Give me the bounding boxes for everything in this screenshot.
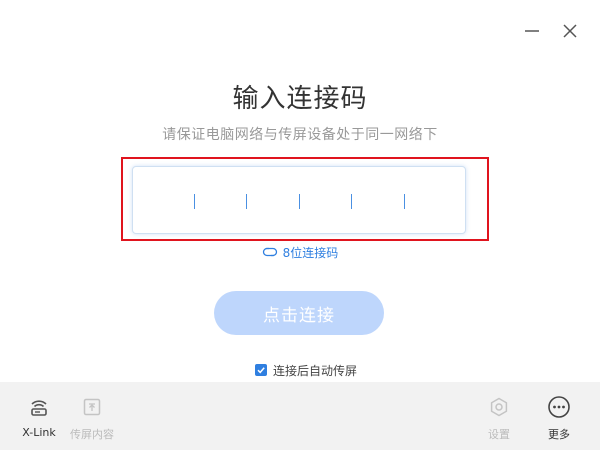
code-slot-separator [194,194,195,209]
code-slot-separator [351,194,352,209]
toolbar-item-cast-content[interactable]: 传屏内容 [64,394,120,446]
bottom-toolbar: X-Link 传屏内容 设置 更多 [0,382,600,450]
close-button[interactable] [557,18,583,44]
minimize-button[interactable] [519,18,545,44]
toolbar-item-more[interactable]: 更多 [531,394,587,446]
toolbar-item-label: 传屏内容 [70,428,114,441]
code-slot-separator [404,194,405,209]
more-icon [548,396,570,418]
connect-button[interactable]: 点击连接 [214,291,384,335]
auto-cast-checkbox[interactable] [255,364,267,376]
minimize-icon [525,30,539,32]
toolbar-item-label: 更多 [548,428,570,441]
toolbar-item-xlink[interactable]: X-Link [11,394,67,446]
switch-code-length-link[interactable]: 8位连接码 [0,243,600,261]
close-icon [563,24,577,38]
connection-code-input[interactable] [132,166,466,234]
checkmark-icon [257,367,265,374]
auto-cast-option[interactable]: 连接后自动传屏 [255,362,357,378]
cast-content-icon [83,398,101,416]
switch-code-label: 8位连接码 [282,245,339,260]
auto-cast-label: 连接后自动传屏 [273,363,358,378]
page-subtitle: 请保证电脑网络与传屏设备处于同一网络下 [162,127,438,143]
page-title: 输入连接码 [232,84,368,114]
toolbar-item-label: X-Link [22,426,56,439]
settings-icon [490,397,508,417]
toolbar-item-settings[interactable]: 设置 [471,394,527,446]
switch-icon [262,247,277,257]
xlink-icon [31,400,47,416]
code-slot-separator [299,194,300,209]
code-slot-separator [246,194,247,209]
toolbar-item-label: 设置 [488,428,510,441]
